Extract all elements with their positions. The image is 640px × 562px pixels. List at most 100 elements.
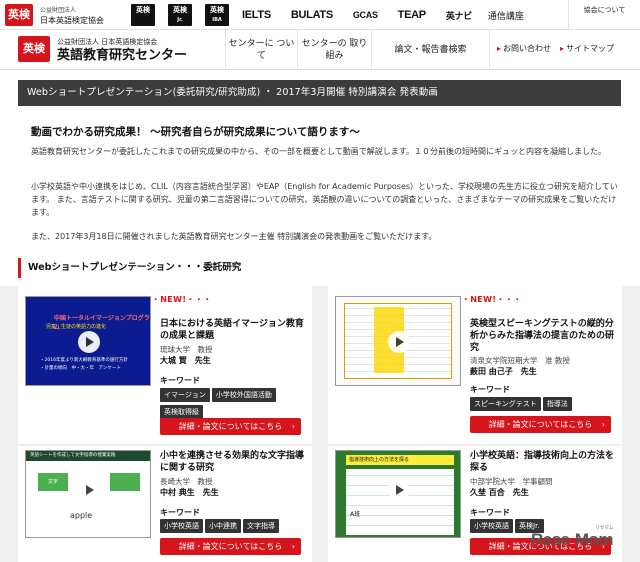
keyword-tags: スピーキングテスト 指導法 [470, 397, 620, 414]
details-button[interactable]: 詳細・論文についてはこちら › [470, 416, 611, 433]
nav-contact-link[interactable]: ▸ お問い合わせ [497, 43, 551, 54]
page-title-band: Webショートプレゼンテーション(委託研究/研究助成) ・ 2017年3月開催 … [18, 80, 621, 106]
brand-eiken-link[interactable]: 英検 [131, 4, 155, 26]
play-icon[interactable] [388, 479, 410, 501]
arrow-right-icon: ▸ [560, 44, 565, 53]
keyword-label: キーワード [160, 376, 200, 385]
association-line-2: 日本英語検定協会 [40, 16, 104, 25]
video-card: ・・・NEW!・・・ 中国ト一タルイマージョンプログラム 児童・生徒の英語力の進… [18, 286, 312, 444]
watermark-text-b: Mom [574, 530, 614, 549]
nav-sitemap-link[interactable]: ▸ サイトマップ [560, 43, 614, 54]
brand-links: 英検 英検 Jr. 英検 IBA IELTS BULATS GCAS TEAP 英ナ… [131, 3, 524, 27]
brand-eiken-iba-link[interactable]: 英検 IBA [205, 4, 229, 26]
thumbnail-text: 児童・生徒の英語力の進化 [46, 324, 107, 330]
details-button-label: 詳細・論文についてはこちら [178, 422, 283, 431]
details-button-label: 詳細・論文についてはこちら [178, 542, 283, 551]
correspondence-course-link[interactable]: 通信講座 [488, 9, 524, 22]
keyword-tags: 小学校英語 小中連携 文字指導 [160, 519, 310, 536]
chevron-right-icon: › [601, 420, 605, 429]
researcher-affiliation: 琉球大学 教授 [160, 345, 213, 354]
brand-eiken-jr-sub: Jr. [177, 17, 183, 23]
watermark-text-a: Rese [531, 530, 570, 549]
intro-heading: 動画でわかる研究成果！ ～研究者自らが研究成果について語ります～ [31, 126, 360, 138]
keyword-tag[interactable]: スピーキングテスト [470, 397, 541, 411]
top-brand-bar: 英検 公益財団法人 日本英語検定協会 英検 英検 Jr. 英検 IBA IELTS … [0, 0, 640, 30]
brand-eitenavi-link[interactable]: 英ナビ [446, 9, 472, 22]
thumbnail-text: 指導技術向上の方法を探る [346, 455, 454, 465]
video-thumbnail[interactable]: 中国ト一タルイマージョンプログラム 児童・生徒の英語力の進化 ・2016年度より… [25, 296, 151, 386]
video-thumbnail[interactable]: 指導技術向上の方法を探る A班 [335, 450, 461, 538]
details-button[interactable]: 詳細・論文についてはこちら › [160, 418, 301, 435]
thumbnail-text: A班 [350, 511, 361, 518]
keyword-tag[interactable]: 小中連携 [205, 519, 241, 533]
research-title[interactable]: 小中を連携させる効果的な文字指導に関する研究 [160, 450, 306, 474]
keyword-tags: イマージョン 小学校外国語活動 英検取得級 [160, 388, 310, 422]
keyword-tag[interactable]: 小学校英語 [160, 519, 203, 533]
nav-about-center[interactable]: センターに ついて [225, 30, 297, 70]
play-icon[interactable] [78, 331, 100, 353]
researcher-name: 大城 賢 先生 [160, 356, 211, 365]
center-logo[interactable]: 英検 [18, 36, 50, 62]
researcher-affiliation: 清泉女学院短期大学 准 教授 [470, 356, 570, 365]
keyword-tag[interactable]: 指導法 [542, 397, 572, 411]
video-thumbnail[interactable] [335, 296, 461, 386]
intro-paragraph-1: 英語教育研究センターが委託したこれまでの研究成果の中から、その一部を概要として動… [31, 147, 606, 156]
research-title[interactable]: 英検型スピーキングテストの縦的分析からみた指導法の提言のための研究 [470, 318, 616, 354]
details-button[interactable]: 詳細・論文についてはこちら › [160, 538, 301, 555]
association-name[interactable]: 公益財団法人 日本英語検定協会 [40, 6, 104, 26]
researcher-name: 薮田 由己子 先生 [470, 367, 537, 376]
intro-paragraph-2: 小学校英語や中小連携をはじめ、CLIL（内容言語統合型学習）やEAP（Engli… [31, 182, 618, 217]
researcher-name: 中村 典生 先生 [160, 488, 219, 497]
play-icon[interactable] [78, 479, 100, 501]
thumbnail-text: ・計量の傾向 中・大・年 アンケート [40, 366, 121, 371]
association-line-1: 公益財団法人 [40, 7, 77, 14]
center-name-line-1: 公益財団法人 日本英語検定協会 [57, 38, 158, 46]
keyword-tag[interactable]: イマージョン [160, 388, 210, 402]
keyword-label: キーワード [470, 508, 510, 517]
researcher-affiliation: 中部学院大学 学事顧問 [470, 477, 553, 486]
eiken-logo[interactable]: 英検 [5, 4, 33, 26]
keyword-tag[interactable]: 小学校外国語活動 [211, 388, 276, 402]
play-icon[interactable] [388, 331, 410, 353]
details-button-label: 詳細・論文についてはこちら [488, 420, 593, 429]
thumbnail-text: 英語シートを作成して文字指導の授業実践 [26, 451, 150, 461]
video-card: ・・・NEW!・・・ 英検型スピーキングテストの縦的分析からみた指導法の提言のた… [328, 286, 622, 444]
about-association-link[interactable]: 協会について [568, 0, 640, 30]
brand-gcas-link[interactable]: GCAS [353, 10, 378, 20]
center-name[interactable]: 公益財団法人 日本英語検定協会 英語教育研究センター [57, 37, 187, 64]
brand-ielts-link[interactable]: IELTS [242, 9, 271, 21]
brand-eiken-jr-link[interactable]: 英検 Jr. [168, 4, 192, 26]
brand-eiken-jr-label: 英検 [173, 6, 187, 14]
thumbnail-text: apple [70, 511, 93, 520]
center-name-line-2: 英語教育研究センター [57, 48, 188, 63]
keyword-label: キーワード [160, 508, 200, 517]
thumbnail-text: ・2016年度より新大綱教育基準の施行方針 [40, 358, 128, 363]
keyword-label: キーワード [470, 385, 510, 394]
chevron-right-icon: › [291, 542, 295, 551]
section-heading: Webショートプレゼンテーション・・・委託研究 [18, 258, 621, 278]
nav-contact-label: お問い合わせ [503, 44, 552, 53]
video-card: 英語シートを作成して文字指導の授業実践 文字 apple 小中を連携させる効果的… [18, 446, 312, 562]
brand-teap-link[interactable]: TEAP [398, 9, 426, 21]
video-thumbnail[interactable]: 英語シートを作成して文字指導の授業実践 文字 apple [25, 450, 151, 538]
thumbnail-text: 文字 [38, 473, 68, 491]
thumbnail-shape [110, 473, 140, 491]
brand-eiken-iba-label: 英検 [210, 6, 224, 14]
brand-bulats-link[interactable]: BULATS [291, 9, 333, 21]
researcher-name: 久埜 百合 先生 [470, 488, 529, 497]
nav-center-efforts[interactable]: センターの 取り組み [297, 30, 371, 70]
nav-sitemap-label: サイトマップ [566, 44, 615, 53]
main-navigation: 英検 公益財団法人 日本英語検定協会 英語教育研究センター センターに ついて … [0, 30, 640, 70]
resemom-watermark: リセマム Rese·Mom [531, 525, 614, 550]
keyword-tag[interactable]: 小学校英語 [470, 519, 513, 533]
keyword-tag[interactable]: 文字指導 [243, 519, 279, 533]
research-title[interactable]: 日本における英語イマージョン教育の成果と課題 [160, 318, 306, 342]
chevron-right-icon: › [291, 422, 295, 431]
research-title[interactable]: 小学校英語：指導技術向上の方法を探る [470, 450, 616, 474]
nav-papers-search[interactable]: 論文・報告書検索 [371, 30, 490, 70]
brand-eiken-iba-sub: IBA [212, 17, 222, 23]
keyword-tag[interactable]: 英検取得級 [160, 405, 203, 419]
brand-eiken-label: 英検 [136, 6, 150, 14]
intro-paragraph-3: また、2017年3月18日に開催されました英語教育研究センター主催 特別講演会の… [31, 232, 437, 241]
arrow-right-icon: ▸ [497, 44, 502, 53]
